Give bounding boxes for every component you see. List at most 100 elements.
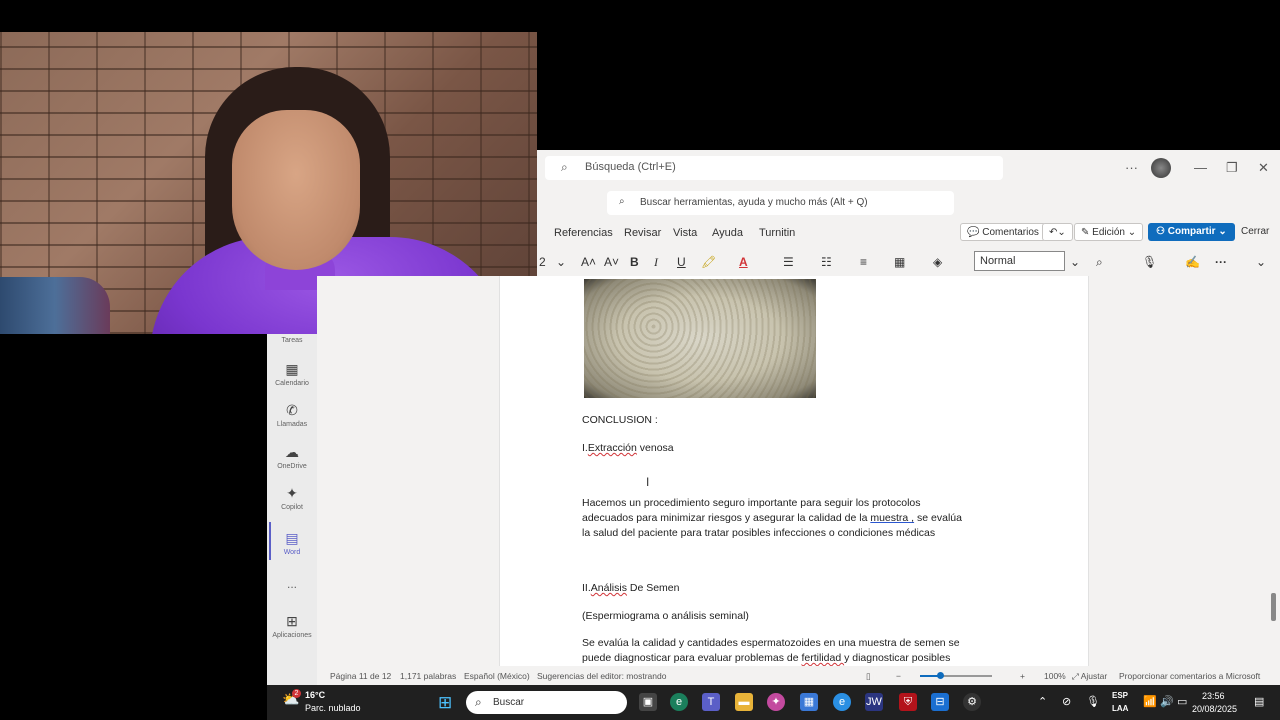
item2-word: Análisis: [590, 582, 627, 594]
edit-mode-button[interactable]: ✎ Edición ⌄: [1074, 223, 1144, 241]
tab-vista[interactable]: Vista: [673, 227, 697, 239]
language-layout[interactable]: LAA: [1112, 704, 1128, 713]
catchup-button[interactable]: ↶⌄: [1042, 223, 1073, 241]
app-icon[interactable]: ⊟: [931, 693, 949, 711]
comments-button[interactable]: 💬 Comentarios: [960, 223, 1046, 241]
bullets-icon[interactable]: ☰: [783, 255, 794, 269]
zoom-in-icon[interactable]: +: [1020, 671, 1025, 681]
font-color-icon[interactable]: A: [739, 255, 748, 269]
tab-turnitin[interactable]: Turnitin: [759, 227, 795, 239]
close-doc-button[interactable]: Cerrar: [1235, 223, 1275, 241]
microphone-icon[interactable]: 🎙: [1086, 695, 1100, 708]
zoom-level[interactable]: 100%: [1044, 671, 1066, 681]
teams-sidebar: Tareas ▦ Calendario ✆ Llamadas ☁ OneDrive ✦…: [267, 334, 317, 685]
jw-icon[interactable]: JW: [865, 693, 883, 711]
weather-badge: 2: [292, 689, 301, 698]
temperature[interactable]: 16°C: [305, 690, 325, 700]
taskbar-search[interactable]: ⌕ Buscar: [466, 691, 627, 714]
avatar[interactable]: [1151, 158, 1171, 178]
comments-label: Comentarios: [982, 227, 1039, 238]
bold-icon[interactable]: B: [630, 255, 639, 269]
sidebar-item-word[interactable]: ▤ Word: [267, 530, 317, 556]
page-count[interactable]: Página 11 de 12: [330, 671, 391, 681]
sidebar-item-calendario[interactable]: ▦ Calendario: [267, 361, 317, 387]
share-button[interactable]: ⚇ Compartir ⌄: [1148, 223, 1235, 241]
mcafee-icon[interactable]: ⛨: [899, 693, 917, 711]
sidebar-item-label: Copilot: [281, 504, 303, 511]
copilot-app-icon[interactable]: ✦: [767, 693, 785, 711]
highlight-icon[interactable]: 🖍: [701, 255, 716, 269]
sidebar-item-onedrive[interactable]: ☁ OneDrive: [267, 444, 317, 470]
grow-font-icon[interactable]: A˄: [581, 255, 596, 269]
shrink-font-icon[interactable]: A˅: [604, 255, 619, 269]
fit-button[interactable]: ⤢ Ajustar: [1072, 671, 1107, 682]
sidebar-item-tareas[interactable]: Tareas: [267, 337, 317, 344]
editor-icon[interactable]: ✍: [1185, 255, 1200, 269]
battery-icon[interactable]: ▭: [1177, 695, 1187, 708]
sidebar-item-copilot[interactable]: ✦ Copilot: [267, 485, 317, 511]
italic-icon[interactable]: I: [654, 255, 658, 270]
zoom-slider-thumb[interactable]: [937, 672, 944, 679]
sidebar-item-more[interactable]: ...: [267, 577, 317, 591]
chevron-down-icon[interactable]: ⌄: [556, 255, 566, 269]
collapse-ribbon-icon[interactable]: ⌄: [1256, 255, 1266, 269]
style-selector[interactable]: Normal: [974, 251, 1065, 271]
feedback-link[interactable]: Proporcionar comentarios a Microsoft: [1119, 671, 1260, 681]
borders-icon[interactable]: ▦: [894, 255, 905, 269]
language-code[interactable]: ESP: [1112, 691, 1128, 700]
sidebar-item-label: Tareas: [281, 337, 303, 344]
more-ribbon-icon[interactable]: ···: [1215, 255, 1227, 269]
sidebar-item-aplicaciones[interactable]: ⊞ Aplicaciones: [267, 613, 317, 639]
share-label: Compartir: [1167, 226, 1216, 237]
windows-start-icon[interactable]: ⊞: [438, 693, 452, 713]
sidebar-item-label: Llamadas: [276, 421, 308, 428]
volume-icon[interactable]: 🔊: [1160, 695, 1174, 708]
network-off-icon[interactable]: ⊘: [1062, 695, 1071, 708]
chevron-down-icon[interactable]: ⌄: [1070, 255, 1080, 269]
para1-line3: la salud del paciente para tratar posibl…: [582, 527, 936, 539]
tab-revisar[interactable]: Revisar: [624, 227, 661, 239]
search-icon: ⌕: [619, 196, 625, 207]
top-search-box[interactable]: ⌕ Búsqueda (Ctrl+E): [545, 156, 1003, 180]
underline-icon[interactable]: U: [677, 255, 686, 269]
sidebar-item-llamadas[interactable]: ✆ Llamadas: [267, 402, 317, 428]
numbering-icon[interactable]: ☷: [821, 255, 832, 269]
store-icon[interactable]: ▦: [800, 693, 818, 711]
language-indicator[interactable]: Español (México): [464, 671, 530, 681]
find-icon[interactable]: ⌕: [1096, 255, 1103, 270]
wifi-icon[interactable]: 📶: [1143, 695, 1157, 708]
tab-referencias[interactable]: Referencias: [554, 227, 613, 239]
clock-date[interactable]: 20/08/2025: [1192, 704, 1237, 714]
chevron-up-icon[interactable]: ⌃: [1038, 695, 1047, 708]
sidebar-item-label: Word: [283, 549, 301, 556]
chatgpt-icon[interactable]: ⚙: [963, 693, 981, 711]
clock-time[interactable]: 23:56: [1202, 691, 1225, 701]
edge-icon[interactable]: e: [670, 693, 688, 711]
tell-me-box[interactable]: ⌕ Buscar herramientas, ayuda y mucho más…: [607, 191, 954, 215]
maximize-icon[interactable]: ❐: [1226, 160, 1238, 176]
shading-icon[interactable]: ◈: [933, 255, 942, 269]
page-view-icon[interactable]: ▯: [866, 671, 871, 682]
more-options-icon[interactable]: ···: [1125, 160, 1138, 175]
editor-suggestions[interactable]: Sugerencias del editor: mostrando: [537, 671, 666, 681]
minimize-icon[interactable]: —: [1194, 160, 1207, 175]
zoom-out-icon[interactable]: −: [896, 671, 901, 681]
font-size-box[interactable]: 2: [539, 255, 546, 269]
weather-text[interactable]: Parc. nublado: [305, 703, 361, 713]
word-count[interactable]: 1,171 palabras: [400, 671, 456, 681]
file-explorer-icon[interactable]: ▬: [735, 693, 753, 711]
paragraph-2: Se evalúa la calidad y cantidades esperm…: [582, 636, 1002, 666]
align-icon[interactable]: ≡: [860, 255, 867, 269]
tab-ayuda[interactable]: Ayuda: [712, 227, 743, 239]
search-icon: ⌕: [475, 695, 482, 709]
dictate-icon[interactable]: 🎙: [1142, 255, 1157, 269]
para1-line2: adecuados para minimizar riesgos y asegu…: [582, 511, 1002, 526]
item2-subtitle: (Espermiograma o análisis seminal): [582, 610, 749, 622]
teams-icon[interactable]: T: [702, 693, 720, 711]
scrollbar-thumb[interactable]: [1271, 593, 1276, 621]
fit-label: Ajustar: [1080, 671, 1108, 681]
task-view-icon[interactable]: ▣: [639, 693, 657, 711]
notification-icon[interactable]: ▤: [1254, 695, 1264, 708]
browser-icon[interactable]: e: [833, 693, 851, 711]
close-window-icon[interactable]: ✕: [1258, 160, 1269, 176]
